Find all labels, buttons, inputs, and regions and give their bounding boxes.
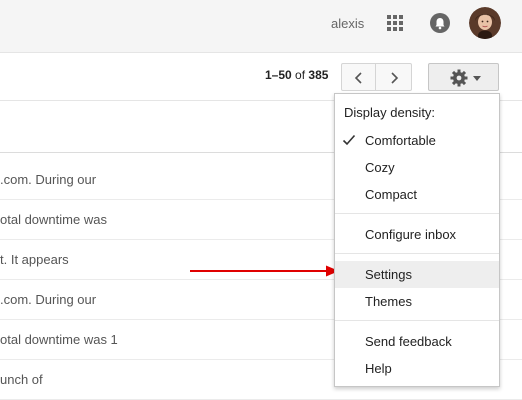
- menu-item-label: Send feedback: [365, 334, 452, 349]
- menu-item-label: Compact: [365, 187, 418, 202]
- newer-button[interactable]: [341, 63, 376, 91]
- menu-item-send-feedback[interactable]: Send feedback: [335, 328, 499, 355]
- mail-snippet: .com. During our: [0, 172, 97, 187]
- older-button[interactable]: [376, 63, 412, 91]
- gear-icon: [450, 69, 468, 87]
- top-header: alexis: [0, 0, 522, 53]
- apps-grid-icon[interactable]: [387, 15, 403, 31]
- menu-divider: [335, 253, 499, 254]
- chevron-left-icon: [354, 72, 362, 84]
- annotation-arrow-icon: [190, 265, 339, 277]
- user-avatar[interactable]: [469, 7, 501, 39]
- display-density-heading: Display density:: [344, 105, 436, 120]
- mail-snippet: t. It appears: [0, 252, 69, 267]
- menu-item-label: Themes: [365, 294, 412, 309]
- menu-item-label: Help: [365, 361, 392, 376]
- chevron-right-icon: [391, 72, 399, 84]
- settings-gear-button[interactable]: [428, 63, 499, 91]
- chevron-down-icon: [473, 76, 481, 81]
- menu-item-label: Settings: [365, 267, 412, 282]
- mail-snippet: otal downtime was 1: [0, 332, 118, 347]
- username-label[interactable]: alexis: [331, 16, 364, 31]
- menu-divider: [335, 213, 499, 214]
- notifications-icon[interactable]: [430, 13, 450, 33]
- menu-item-comfortable[interactable]: Comfortable: [335, 127, 499, 154]
- mail-snippet: unch of: [0, 372, 43, 387]
- pagination-label: 1–50 of 385: [265, 68, 329, 82]
- menu-item-settings[interactable]: Settings: [335, 261, 499, 288]
- menu-item-label: Cozy: [365, 160, 395, 175]
- checkmark-icon: [342, 134, 356, 146]
- settings-dropdown-menu: Display density: Comfortable Cozy Compac…: [334, 93, 500, 387]
- menu-item-configure-inbox[interactable]: Configure inbox: [335, 221, 499, 248]
- mail-snippet: .com. During our: [0, 292, 97, 307]
- menu-divider: [335, 320, 499, 321]
- menu-item-label: Configure inbox: [365, 227, 457, 242]
- menu-item-label: Comfortable: [365, 133, 436, 148]
- menu-item-compact[interactable]: Compact: [335, 181, 499, 208]
- mail-snippet: otal downtime was: [0, 212, 107, 227]
- menu-item-cozy[interactable]: Cozy: [335, 154, 499, 181]
- menu-item-help[interactable]: Help: [335, 355, 499, 382]
- menu-item-themes[interactable]: Themes: [335, 288, 499, 315]
